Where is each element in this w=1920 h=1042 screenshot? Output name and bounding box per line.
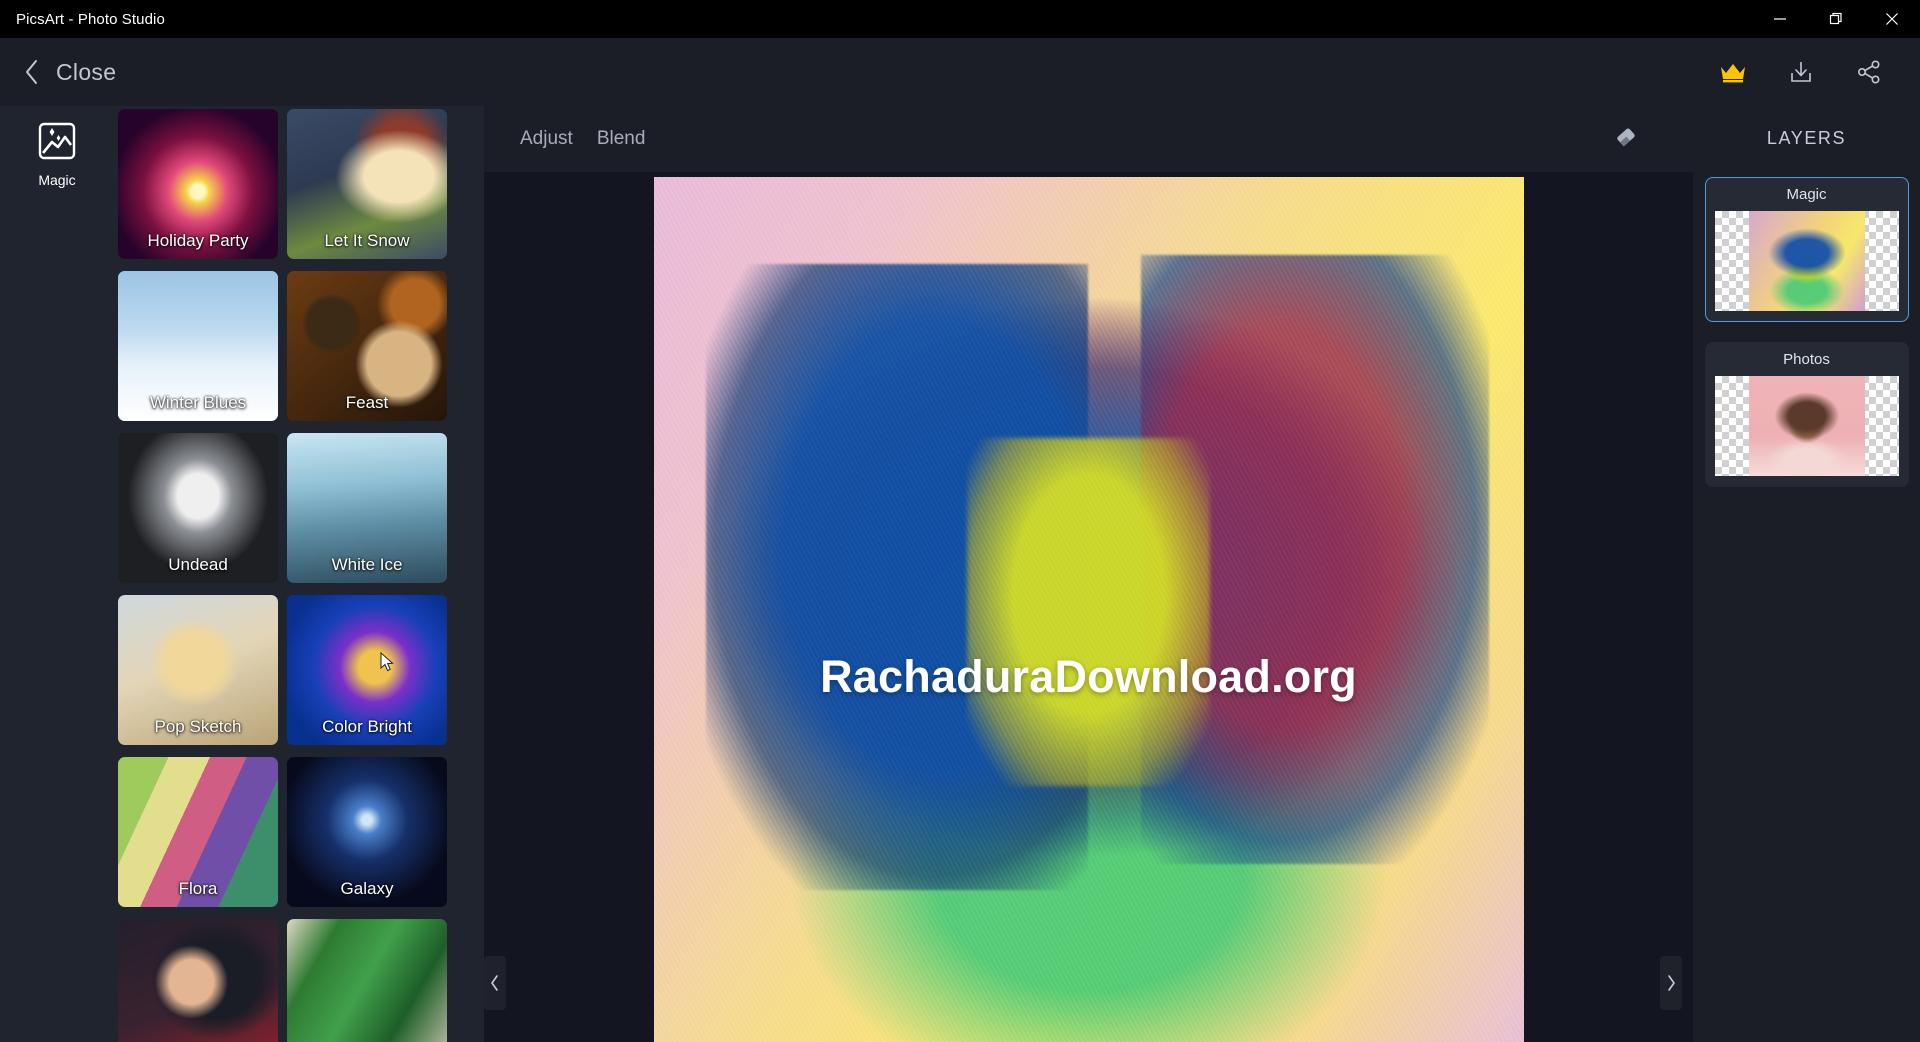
layer-item-magic[interactable]: Magic xyxy=(1704,177,1909,322)
layer-thumbnail-image xyxy=(1748,211,1865,311)
canvas-viewport[interactable]: RachaduraDownload.org xyxy=(484,172,1693,1042)
picsart-photo-studio-window: PicsArt - Photo Studio Close Magic Holid… xyxy=(0,0,1920,1042)
tab-blend[interactable]: Blend xyxy=(597,128,646,150)
effect-item-undead[interactable]: Undead xyxy=(118,433,278,583)
effect-label: Holiday Party xyxy=(147,231,249,250)
effect-item-white-ice[interactable]: White Ice xyxy=(287,433,447,583)
effects-grid: Holiday Party Let It Snow Winter Blues F… xyxy=(114,106,484,1042)
effect-label: Feast xyxy=(345,393,389,412)
effect-item-let-it-snow[interactable]: Let It Snow xyxy=(287,109,447,259)
app-header-actions xyxy=(1718,57,1884,87)
download-icon[interactable] xyxy=(1786,57,1816,87)
rail-tool-label: Magic xyxy=(38,171,76,188)
effects-panel: Holiday Party Let It Snow Winter Blues F… xyxy=(114,106,484,1042)
effect-label: Flora xyxy=(178,879,218,898)
layer-thumbnail xyxy=(1714,376,1899,476)
effect-item-color-bright[interactable]: Color Bright xyxy=(287,595,447,745)
close-editor-button[interactable]: Close xyxy=(22,57,116,87)
effect-item-feast[interactable]: Feast xyxy=(287,271,447,421)
effect-item-flora[interactable]: Flora xyxy=(118,757,278,907)
effect-label: Undead xyxy=(168,555,228,574)
effect-item-winter-blues[interactable]: Winter Blues xyxy=(118,271,278,421)
layer-thumbnail xyxy=(1714,211,1899,311)
canvas-prev-button[interactable] xyxy=(484,956,506,1010)
effect-label: Pop Sketch xyxy=(154,717,242,736)
effect-label: Galaxy xyxy=(340,879,394,898)
maximize-button[interactable] xyxy=(1808,0,1864,38)
effect-item-holiday-party[interactable]: Holiday Party xyxy=(118,109,278,259)
effect-item-partial-2[interactable] xyxy=(287,919,447,1042)
app-header-bar: Close xyxy=(0,38,1920,106)
magic-image-icon xyxy=(37,121,77,166)
close-window-button[interactable] xyxy=(1864,0,1920,38)
rail-tool-magic[interactable]: Magic xyxy=(0,114,114,194)
chevron-left-icon xyxy=(22,57,42,87)
layers-panel: LAYERS Magic Photos xyxy=(1693,106,1920,1042)
effect-item-galaxy[interactable]: Galaxy xyxy=(287,757,447,907)
image-canvas[interactable]: RachaduraDownload.org xyxy=(653,177,1524,1042)
effect-item-pop-sketch[interactable]: Pop Sketch xyxy=(118,595,278,745)
effect-label: Let It Snow xyxy=(324,231,410,250)
effect-thumbnail xyxy=(118,919,278,1042)
effect-item-partial-1[interactable] xyxy=(118,919,278,1042)
canvas-next-button[interactable] xyxy=(1660,956,1682,1010)
window-title-bar: PicsArt - Photo Studio xyxy=(0,0,1920,38)
effect-thumbnail xyxy=(287,919,447,1042)
layer-name: Photos xyxy=(1783,351,1830,368)
eraser-icon[interactable] xyxy=(1611,122,1641,157)
image-texture-overlay xyxy=(653,177,1524,1042)
layer-name: Magic xyxy=(1786,186,1827,203)
minimize-button[interactable] xyxy=(1752,0,1808,38)
editor-area: Adjust Blend RachaduraDownload.org xyxy=(484,106,1693,1042)
editor-toolbar: Adjust Blend xyxy=(484,106,1693,172)
tab-adjust[interactable]: Adjust xyxy=(520,128,573,150)
layer-thumbnail-image xyxy=(1748,376,1865,476)
close-label: Close xyxy=(56,58,117,85)
layer-item-photos[interactable]: Photos xyxy=(1704,342,1909,487)
share-icon[interactable] xyxy=(1854,57,1884,87)
watermark-text: RachaduraDownload.org xyxy=(820,651,1357,703)
window-title: PicsArt - Photo Studio xyxy=(16,10,165,28)
layers-panel-title: LAYERS xyxy=(1766,128,1847,148)
mouse-cursor-icon xyxy=(380,651,396,679)
crown-icon[interactable] xyxy=(1718,57,1748,87)
effect-label: Color Bright xyxy=(322,717,412,736)
effect-label: Winter Blues xyxy=(149,393,247,412)
window-controls xyxy=(1752,0,1920,38)
tool-rail: Magic xyxy=(0,106,114,1042)
effect-label: White Ice xyxy=(331,555,403,574)
